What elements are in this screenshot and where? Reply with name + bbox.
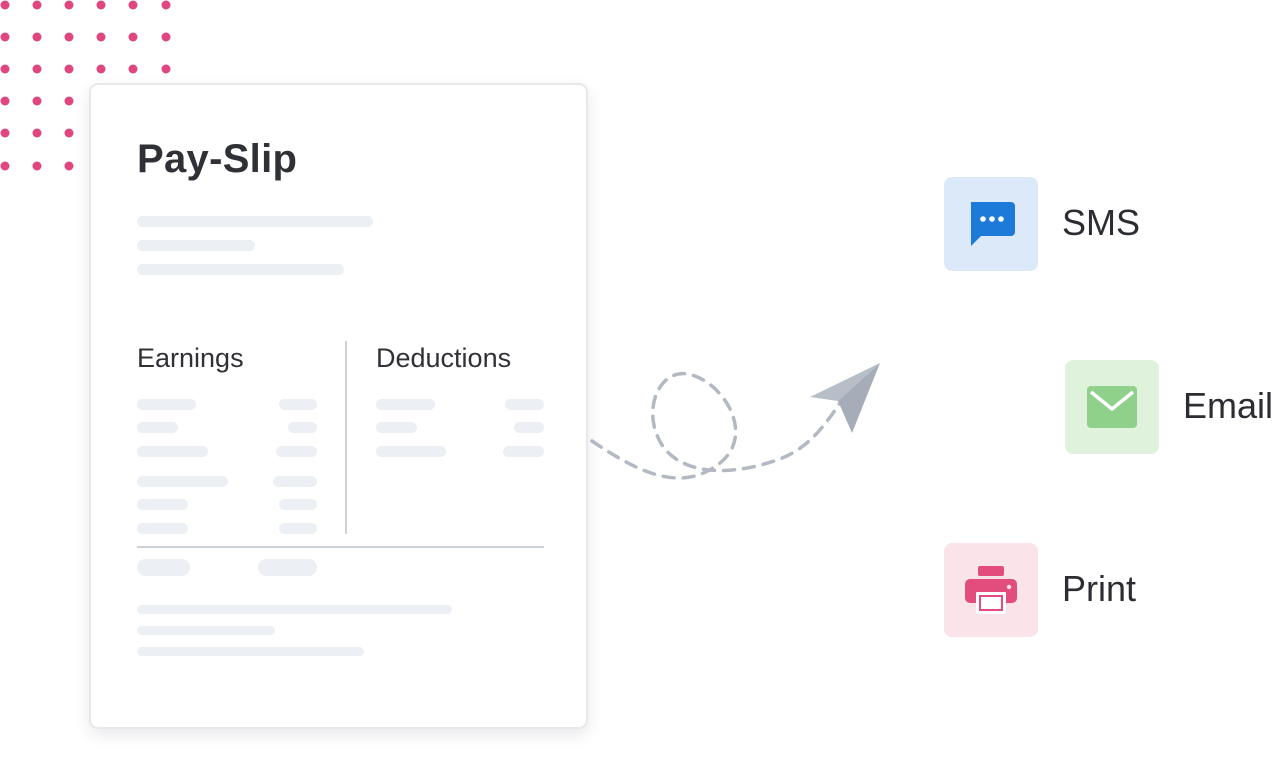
placeholder-line	[376, 422, 417, 433]
totals-divider	[137, 546, 544, 548]
payslip-title: Pay-Slip	[137, 137, 298, 181]
deductions-heading: Deductions	[376, 343, 512, 373]
placeholder-line	[137, 499, 188, 510]
placeholder-line	[137, 240, 255, 251]
placeholder-line	[137, 399, 196, 410]
placeholder-line	[137, 647, 364, 656]
placeholder-line	[514, 422, 544, 433]
placeholder-line	[279, 523, 317, 534]
placeholder-line	[137, 605, 452, 614]
send-flow-graphic	[590, 363, 880, 480]
printer-icon	[965, 566, 1017, 614]
placeholder-line	[376, 399, 435, 410]
print-label: Print	[1062, 568, 1137, 609]
placeholder-line	[137, 559, 190, 576]
placeholder-line	[137, 523, 188, 534]
sms-label: SMS	[1062, 202, 1141, 243]
placeholder-line	[137, 422, 178, 433]
paper-plane-icon	[810, 363, 880, 433]
placeholder-line	[258, 559, 317, 576]
placeholder-line	[279, 499, 317, 510]
dashed-path	[590, 371, 844, 480]
placeholder-line	[137, 446, 208, 457]
column-divider	[345, 341, 347, 534]
payslip-document: Pay-Slip Earnings Deductions	[89, 83, 588, 729]
sms-tile	[944, 177, 1038, 271]
placeholder-line	[137, 216, 373, 227]
placeholder-line	[137, 476, 228, 487]
placeholder-line	[288, 422, 317, 433]
earnings-heading: Earnings	[137, 343, 244, 373]
placeholder-line	[273, 476, 317, 487]
placeholder-line	[376, 446, 446, 457]
placeholder-line	[503, 446, 544, 457]
placeholder-line	[137, 626, 275, 635]
email-label: Email	[1183, 385, 1274, 426]
placeholder-line	[276, 446, 317, 457]
placeholder-line	[279, 399, 317, 410]
placeholder-line	[505, 399, 544, 410]
placeholder-line	[137, 264, 344, 275]
print-tile	[944, 543, 1038, 637]
email-tile	[1065, 360, 1159, 454]
envelope-icon	[1087, 386, 1137, 428]
sms-chat-icon	[971, 202, 1015, 246]
